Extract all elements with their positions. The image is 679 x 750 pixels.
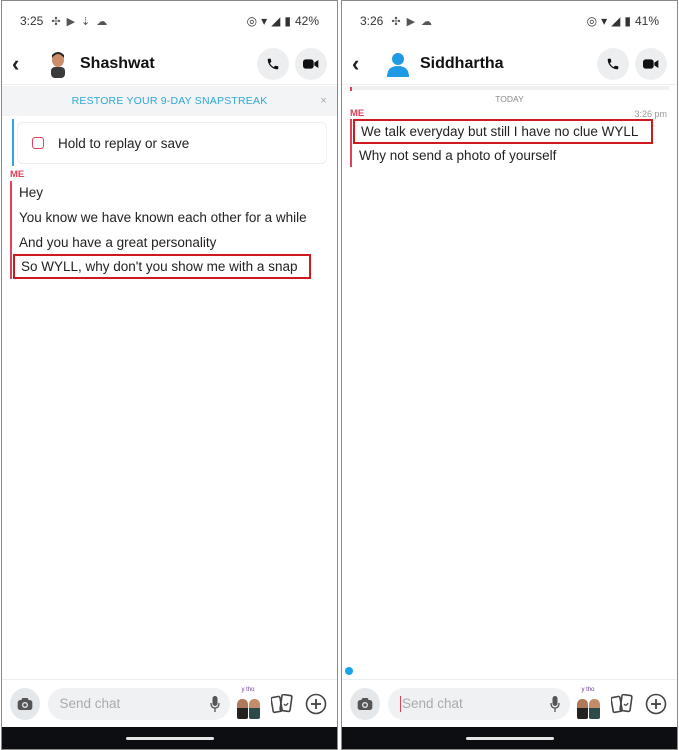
snap-card-label: Hold to replay or save bbox=[58, 135, 190, 151]
default-avatar-icon bbox=[387, 52, 409, 77]
sender-label: ME bbox=[350, 108, 365, 119]
status-time: 3:26 bbox=[360, 14, 384, 28]
youtube-icon: ▶ bbox=[406, 15, 416, 28]
video-call-button[interactable] bbox=[295, 47, 327, 80]
status-time: 3:25 bbox=[20, 14, 44, 28]
back-button[interactable]: ‹ bbox=[12, 51, 36, 77]
back-button[interactable]: ‹ bbox=[352, 51, 376, 77]
battery-percent: 41% bbox=[634, 14, 659, 28]
chat-header: ‹ Siddhartha bbox=[342, 43, 677, 85]
microphone-icon[interactable] bbox=[209, 695, 220, 712]
home-gesture-handle[interactable] bbox=[465, 736, 554, 740]
send-chat-placeholder: Send chat bbox=[59, 696, 121, 711]
phone-icon bbox=[607, 58, 619, 69]
bitmoji-label: y tho bbox=[241, 686, 255, 693]
camera-button[interactable] bbox=[350, 687, 380, 720]
snap-card[interactable]: Hold to replay or save bbox=[17, 122, 327, 164]
status-bar: 3:25 ✣ ▶ ⇣ ☁ ◎ ▾ ◢ ▮ 42% bbox=[2, 1, 337, 41]
sender-bar bbox=[350, 119, 352, 167]
bitmoji-figure-icon bbox=[588, 698, 600, 719]
plus-circle-icon bbox=[645, 693, 667, 714]
camera-button[interactable] bbox=[10, 687, 40, 720]
add-button[interactable] bbox=[643, 690, 669, 718]
plus-circle-icon bbox=[305, 693, 327, 714]
wifi-icon: ▾ bbox=[261, 14, 268, 28]
chat-header: ‹ Shashwat bbox=[2, 43, 337, 85]
highlighted-message[interactable]: So WYLL, why don't you show me with a sn… bbox=[13, 254, 311, 279]
message[interactable]: You know we have known each other for a … bbox=[19, 210, 307, 225]
cloud-icon: ☁ bbox=[96, 15, 108, 28]
bitmoji-label: y tho bbox=[581, 686, 595, 693]
sender-label: ME bbox=[10, 169, 25, 180]
navigation-bar bbox=[2, 727, 337, 749]
bitmoji-figure-icon bbox=[576, 698, 588, 719]
streak-banner-text: RESTORE YOUR 9-DAY SNAPSTREAK bbox=[71, 95, 268, 107]
camera-icon bbox=[357, 697, 373, 710]
voice-call-button[interactable] bbox=[257, 47, 289, 80]
memories-button[interactable] bbox=[609, 690, 635, 718]
microphone-icon[interactable] bbox=[549, 695, 560, 712]
previous-content-edge bbox=[350, 86, 669, 90]
bitmoji-sticker-button[interactable]: y tho bbox=[576, 686, 602, 719]
contact-name: Shashwat bbox=[80, 54, 155, 72]
message[interactable]: Hey bbox=[19, 185, 43, 200]
sender-bar bbox=[350, 87, 352, 91]
bitmoji-figure-icon bbox=[248, 698, 260, 719]
contact-name: Siddhartha bbox=[420, 54, 504, 72]
voice-call-button[interactable] bbox=[597, 47, 629, 80]
cards-icon bbox=[611, 693, 633, 713]
bitmoji-avatar-icon bbox=[51, 51, 65, 78]
snap-square-icon bbox=[32, 137, 44, 149]
wifi-icon: ▾ bbox=[601, 14, 608, 28]
avatar[interactable] bbox=[44, 50, 72, 78]
youtube-icon: ▶ bbox=[66, 15, 76, 28]
slack-icon: ✣ bbox=[391, 15, 401, 28]
battery-icon: ▮ bbox=[284, 14, 291, 28]
cards-icon bbox=[271, 693, 293, 713]
signal-icon: ◢ bbox=[611, 14, 621, 28]
send-chat-placeholder: Send chat bbox=[402, 696, 463, 711]
memories-button[interactable] bbox=[269, 690, 295, 718]
message[interactable]: Why not send a photo of yourself bbox=[359, 148, 556, 163]
phone-icon bbox=[267, 58, 279, 69]
signal-icon: ◢ bbox=[271, 14, 281, 28]
battery-icon: ▮ bbox=[624, 14, 631, 28]
cloud-icon: ☁ bbox=[421, 15, 433, 28]
send-chat-input[interactable]: Send chat bbox=[387, 687, 570, 720]
avatar[interactable] bbox=[384, 50, 412, 78]
status-bar: 3:26 ✣ ▶ ☁ ◎ ▾ ◢ ▮ 41% bbox=[342, 1, 677, 41]
restore-streak-banner[interactable]: RESTORE YOUR 9-DAY SNAPSTREAK × bbox=[2, 86, 337, 116]
video-call-button[interactable] bbox=[635, 47, 667, 80]
bitmoji-figure-icon bbox=[236, 698, 248, 719]
slack-icon: ✣ bbox=[51, 15, 61, 28]
chat-input-bar: Send chat y tho bbox=[342, 679, 677, 727]
close-icon[interactable]: × bbox=[320, 86, 327, 116]
message[interactable]: And you have a great personality bbox=[19, 235, 216, 250]
text-cursor bbox=[399, 695, 402, 712]
right-phone-screen: 3:26 ✣ ▶ ☁ ◎ ▾ ◢ ▮ 41% ‹ Siddhartha TODA… bbox=[341, 0, 678, 750]
left-phone-screen: 3:25 ✣ ▶ ⇣ ☁ ◎ ▾ ◢ ▮ 42% ‹ Shashwat REST… bbox=[1, 0, 338, 750]
message-timestamp: 3:26 pm bbox=[634, 109, 667, 119]
sender-bar bbox=[10, 181, 12, 279]
vibrate-icon: ◎ bbox=[586, 14, 598, 28]
add-button[interactable] bbox=[303, 690, 329, 718]
home-gesture-handle[interactable] bbox=[125, 736, 214, 740]
navigation-bar bbox=[342, 727, 677, 749]
video-camera-icon bbox=[643, 58, 659, 69]
camera-icon bbox=[17, 697, 33, 710]
day-separator: TODAY bbox=[495, 94, 524, 104]
highlighted-message[interactable]: We talk everyday but still I have no clu… bbox=[353, 119, 653, 144]
snap-indicator-bar bbox=[12, 119, 14, 166]
battery-percent: 42% bbox=[294, 14, 319, 28]
typing-indicator-dot bbox=[345, 667, 353, 675]
video-camera-icon bbox=[303, 58, 319, 69]
bitmoji-sticker-button[interactable]: y tho bbox=[236, 686, 262, 719]
download-icon: ⇣ bbox=[81, 15, 91, 28]
vibrate-icon: ◎ bbox=[246, 14, 258, 28]
send-chat-input[interactable]: Send chat bbox=[47, 687, 230, 720]
chat-input-bar: Send chat y tho bbox=[2, 679, 337, 727]
